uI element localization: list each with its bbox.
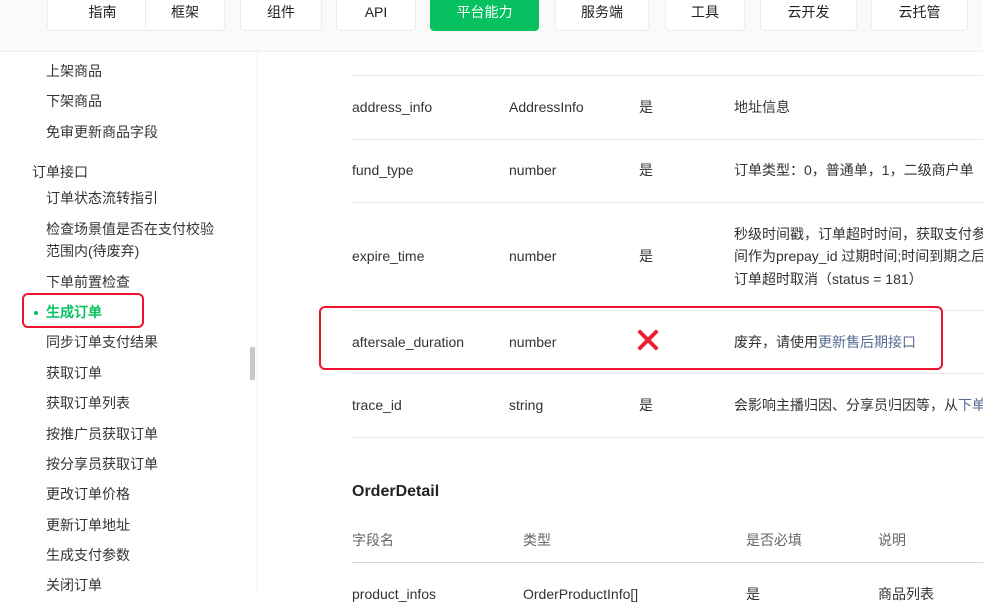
- tab-framework[interactable]: 框架: [145, 0, 225, 31]
- sidebar-item-get-order-list[interactable]: 获取订单列表: [46, 392, 130, 414]
- field-required: 是: [639, 99, 653, 115]
- sidebar-item-change-price[interactable]: 更改订单价格: [46, 483, 130, 505]
- sidebar-item-close-order[interactable]: 关闭订单: [46, 574, 102, 596]
- sidebar-item-update-fields[interactable]: 免审更新商品字段: [46, 121, 158, 143]
- column-header-field: 字段名: [352, 532, 394, 548]
- sidebar-item-get-order[interactable]: 获取订单: [46, 362, 102, 384]
- sidebar-group-order-api[interactable]: 订单接口: [32, 161, 88, 183]
- field-name: expire_time: [352, 248, 425, 264]
- tab-tools[interactable]: 工具: [665, 0, 745, 31]
- field-desc: 地址信息: [734, 99, 790, 115]
- tab-components[interactable]: 组件: [240, 0, 322, 31]
- sidebar-item-precheck[interactable]: 下单前置检查: [46, 271, 130, 293]
- sidebar-item-order-status-guide[interactable]: 订单状态流转指引: [46, 187, 158, 209]
- field-type: number: [509, 248, 557, 264]
- tab-server[interactable]: 服务端: [555, 0, 649, 31]
- tab-platform-capability[interactable]: 平台能力: [430, 0, 539, 31]
- tab-api[interactable]: API: [336, 0, 416, 31]
- field-name: fund_type: [352, 162, 414, 178]
- field-desc-line: 秒级时间戳，订单超时时间，获取支付参: [734, 226, 983, 242]
- tab-cloud-dev[interactable]: 云开发: [760, 0, 857, 31]
- row-highlight-box: [319, 306, 943, 370]
- column-header-desc: 说明: [878, 532, 906, 548]
- sidebar-item-delist-product[interactable]: 下架商品: [46, 90, 102, 112]
- field-name: trace_id: [352, 397, 402, 413]
- field-name: address_info: [352, 99, 433, 115]
- tab-guide[interactable]: 指南: [47, 0, 158, 31]
- column-header-type: 类型: [523, 532, 551, 548]
- sidebar-scrollbar[interactable]: [250, 347, 255, 380]
- field-type: string: [509, 397, 544, 413]
- field-desc-line: 订单超时取消（status = 181）: [734, 271, 923, 287]
- field-desc: 会影响主播归因、分享员归因等，从下单: [734, 394, 983, 416]
- field-required: 是: [746, 586, 760, 602]
- sidebar-highlight-box: [22, 293, 144, 328]
- field-type: number: [509, 162, 557, 178]
- row-divider: [352, 437, 983, 438]
- sidebar-item-list-product[interactable]: 上架商品: [46, 60, 102, 82]
- field-desc-text: 会影响主播归因、分享员归因等，从: [734, 397, 958, 413]
- field-type: OrderProductInfo[]: [523, 586, 639, 602]
- sidebar-item-sync-pay-result[interactable]: 同步订单支付结果: [46, 331, 158, 353]
- row-divider: [352, 75, 983, 76]
- field-desc: 商品列表: [878, 586, 934, 602]
- field-desc-line: 间作为prepay_id 过期时间;时间到期之后: [734, 248, 983, 264]
- sidebar-item-check-scene[interactable]: 检查场景值是否在支付校验: [46, 218, 214, 240]
- field-required: 是: [639, 248, 653, 264]
- sidebar-item-check-scene-cont[interactable]: 范围内(待废弃): [46, 240, 139, 262]
- row-divider: [352, 373, 983, 374]
- order-link[interactable]: 下单: [958, 397, 983, 413]
- sidebar-item-by-promoter[interactable]: 按推广员获取订单: [46, 423, 158, 445]
- tab-cloud-hosting[interactable]: 云托管: [871, 0, 968, 31]
- sidebar-item-update-address[interactable]: 更新订单地址: [46, 514, 130, 536]
- sidebar-item-by-sharer[interactable]: 按分享员获取订单: [46, 453, 158, 475]
- row-divider: [352, 139, 983, 140]
- top-nav: 指南 框架 组件 API 平台能力 服务端 工具 云开发 云托管: [0, 0, 983, 52]
- field-name: product_infos: [352, 586, 437, 602]
- field-desc: 订单类型：0，普通单，1，二级商户单: [734, 162, 974, 178]
- field-required: 是: [639, 397, 653, 413]
- field-required: 是: [639, 162, 653, 178]
- section-title: OrderDetail: [352, 483, 440, 500]
- column-header-required: 是否必填: [746, 532, 802, 548]
- field-type: AddressInfo: [509, 99, 584, 115]
- row-divider: [352, 202, 983, 203]
- header-divider: [352, 562, 983, 563]
- sidebar-item-pay-params[interactable]: 生成支付参数: [46, 544, 130, 566]
